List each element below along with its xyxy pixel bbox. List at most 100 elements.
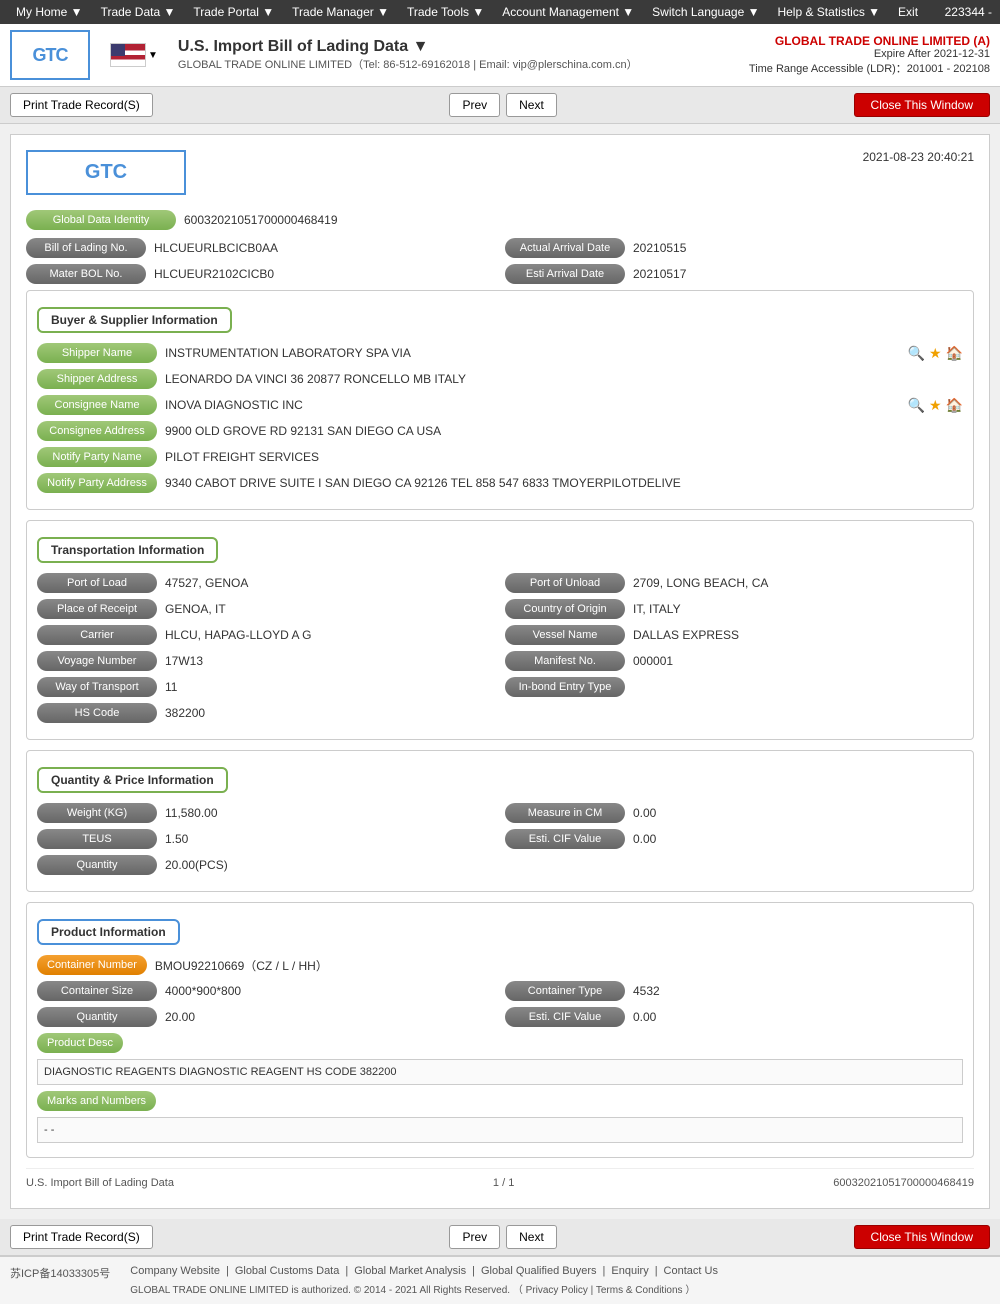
container-size-type-row: Container Size 4000*900*800 Container Ty… bbox=[37, 981, 963, 1001]
measure-col: Measure in CM 0.00 bbox=[505, 803, 963, 823]
carrier-label: Carrier bbox=[37, 625, 157, 645]
marks-numbers-button[interactable]: Marks and Numbers bbox=[37, 1091, 156, 1111]
shipper-search-icon[interactable]: 🔍 bbox=[908, 345, 925, 362]
consignee-address-label: Consignee Address bbox=[37, 421, 157, 441]
container-type-col: Container Type 4532 bbox=[505, 981, 963, 1001]
quantity-value: 20.00(PCS) bbox=[165, 858, 963, 872]
product-desc-box: DIAGNOSTIC REAGENTS DIAGNOSTIC REAGENT H… bbox=[37, 1059, 963, 1085]
shipper-name-row: Shipper Name INSTRUMENTATION LABORATORY … bbox=[37, 343, 963, 363]
main-content: GTC 2021-08-23 20:40:21 Global Data Iden… bbox=[0, 124, 1000, 1219]
container-number-row: Container Number BMOU92210669（CZ / L / H… bbox=[37, 955, 963, 975]
nav-trade-portal[interactable]: Trade Portal ▼ bbox=[185, 2, 282, 22]
teus-col: TEUS 1.50 bbox=[37, 829, 495, 849]
footer-link-market[interactable]: Global Market Analysis bbox=[354, 1265, 466, 1277]
weight-value: 11,580.00 bbox=[165, 806, 495, 820]
nav-trade-tools[interactable]: Trade Tools ▼ bbox=[399, 2, 492, 22]
consignee-name-value: INOVA DIAGNOSTIC INC bbox=[165, 398, 902, 412]
nav-trade-manager[interactable]: Trade Manager ▼ bbox=[284, 2, 397, 22]
prev-button-top[interactable]: Prev bbox=[449, 93, 500, 117]
marks-numbers-row: Marks and Numbers bbox=[37, 1091, 963, 1111]
actual-arrival-value: 20210515 bbox=[633, 241, 974, 255]
weight-label: Weight (KG) bbox=[37, 803, 157, 823]
way-transport-col: Way of Transport 11 bbox=[37, 677, 495, 697]
port-of-load-label: Port of Load bbox=[37, 573, 157, 593]
country-of-origin-value: IT, ITALY bbox=[633, 602, 963, 616]
bol-no-label: Bill of Lading No. bbox=[26, 238, 146, 258]
shipper-name-icons: 🔍 ★ 🏠 bbox=[908, 345, 963, 362]
consignee-home-icon[interactable]: 🏠 bbox=[946, 397, 963, 414]
measure-cm-value: 0.00 bbox=[633, 806, 963, 820]
country-of-origin-label: Country of Origin bbox=[505, 599, 625, 619]
footer-link-enquiry[interactable]: Enquiry bbox=[611, 1265, 648, 1277]
quantity-label: Quantity bbox=[37, 855, 157, 875]
global-data-identity-label: Global Data Identity bbox=[26, 210, 176, 230]
flag-dropdown[interactable]: ▼ bbox=[148, 50, 158, 61]
actual-arrival-col: Actual Arrival Date 20210515 bbox=[505, 238, 974, 258]
teus-label: TEUS bbox=[37, 829, 157, 849]
prev-button-bottom[interactable]: Prev bbox=[449, 1225, 500, 1249]
nav-exit[interactable]: Exit bbox=[890, 2, 926, 22]
consignee-search-icon[interactable]: 🔍 bbox=[908, 397, 925, 414]
quantity-header: Quantity & Price Information bbox=[37, 767, 228, 793]
nav-my-home[interactable]: My Home ▼ bbox=[8, 2, 91, 22]
qty-product-col: Quantity 20.00 bbox=[37, 1007, 495, 1027]
nav-account-mgmt[interactable]: Account Management ▼ bbox=[494, 2, 642, 22]
container-number-button[interactable]: Container Number bbox=[37, 955, 147, 975]
place-receipt-col: Place of Receipt GENOA, IT bbox=[37, 599, 495, 619]
voyage-manifest-row: Voyage Number 17W13 Manifest No. 000001 bbox=[37, 651, 963, 671]
nav-help-statistics[interactable]: Help & Statistics ▼ bbox=[769, 2, 888, 22]
footer-link-contact[interactable]: Contact Us bbox=[664, 1265, 718, 1277]
shipper-star-icon[interactable]: ★ bbox=[929, 345, 942, 362]
voyage-number-label: Voyage Number bbox=[37, 651, 157, 671]
logo-area: GTC bbox=[10, 30, 90, 80]
shipper-address-value: LEONARDO DA VINCI 36 20877 RONCELLO MB I… bbox=[165, 372, 963, 386]
weight-col: Weight (KG) 11,580.00 bbox=[37, 803, 495, 823]
action-bar-top: Print Trade Record(S) Prev Next Close Th… bbox=[0, 87, 1000, 124]
shipper-address-label: Shipper Address bbox=[37, 369, 157, 389]
hs-code-label: HS Code bbox=[37, 703, 157, 723]
company-logo: GTC bbox=[10, 30, 90, 80]
weight-measure-row: Weight (KG) 11,580.00 Measure in CM 0.00 bbox=[37, 803, 963, 823]
close-button-top[interactable]: Close This Window bbox=[854, 93, 990, 117]
measure-cm-label: Measure in CM bbox=[505, 803, 625, 823]
country-origin-col: Country of Origin IT, ITALY bbox=[505, 599, 963, 619]
esti-arrival-col: Esti Arrival Date 20210517 bbox=[505, 264, 974, 284]
nav-switch-language[interactable]: Switch Language ▼ bbox=[644, 2, 767, 22]
notify-party-name-label: Notify Party Name bbox=[37, 447, 157, 467]
doc-footer-left: U.S. Import Bill of Lading Data bbox=[26, 1177, 174, 1189]
print-button-top[interactable]: Print Trade Record(S) bbox=[10, 93, 153, 117]
expire-info: Expire After 2021-12-31 bbox=[749, 48, 990, 60]
consignee-name-icons: 🔍 ★ 🏠 bbox=[908, 397, 963, 414]
footer-link-company[interactable]: Company Website bbox=[130, 1265, 220, 1277]
terms-link[interactable]: Terms & Conditions bbox=[596, 1285, 683, 1296]
flag-area[interactable]: ▼ bbox=[110, 43, 158, 67]
nav-trade-data[interactable]: Trade Data ▼ bbox=[93, 2, 184, 22]
buyer-supplier-section: Buyer & Supplier Information Shipper Nam… bbox=[26, 290, 974, 510]
mater-bol-label: Mater BOL No. bbox=[26, 264, 146, 284]
next-button-bottom[interactable]: Next bbox=[506, 1225, 557, 1249]
voyage-col: Voyage Number 17W13 bbox=[37, 651, 495, 671]
us-flag bbox=[110, 43, 146, 67]
next-button-top[interactable]: Next bbox=[506, 93, 557, 117]
close-button-bottom[interactable]: Close This Window bbox=[854, 1225, 990, 1249]
place-of-receipt-label: Place of Receipt bbox=[37, 599, 157, 619]
esti-cif-product-col: Esti. CIF Value 0.00 bbox=[505, 1007, 963, 1027]
doc-footer-right: 60032021051700000468419 bbox=[833, 1177, 974, 1189]
privacy-policy-link[interactable]: Privacy Policy bbox=[526, 1285, 588, 1296]
manifest-no-value: 000001 bbox=[633, 654, 963, 668]
container-size-col: Container Size 4000*900*800 bbox=[37, 981, 495, 1001]
print-button-bottom[interactable]: Print Trade Record(S) bbox=[10, 1225, 153, 1249]
footer-link-customs[interactable]: Global Customs Data bbox=[235, 1265, 340, 1277]
quantity-row: Quantity 20.00(PCS) bbox=[37, 855, 963, 875]
way-of-transport-value: 11 bbox=[165, 680, 495, 694]
product-desc-button[interactable]: Product Desc bbox=[37, 1033, 123, 1053]
company-name: GLOBAL TRADE ONLINE LIMITED (A) bbox=[749, 34, 990, 48]
footer-link-buyers[interactable]: Global Qualified Buyers bbox=[481, 1265, 597, 1277]
mater-bol-col: Mater BOL No. HLCUEUR2102CICB0 bbox=[26, 264, 495, 284]
consignee-star-icon[interactable]: ★ bbox=[929, 397, 942, 414]
shipper-home-icon[interactable]: 🏠 bbox=[946, 345, 963, 362]
container-number-value: BMOU92210669（CZ / L / HH） bbox=[155, 957, 963, 974]
port-of-load-value: 47527, GENOA bbox=[165, 576, 495, 590]
page-header: GTC ▼ U.S. Import Bill of Lading Data ▼ … bbox=[0, 24, 1000, 87]
bol-arrival-row: Bill of Lading No. HLCUEURLBCICB0AA Actu… bbox=[26, 238, 974, 258]
